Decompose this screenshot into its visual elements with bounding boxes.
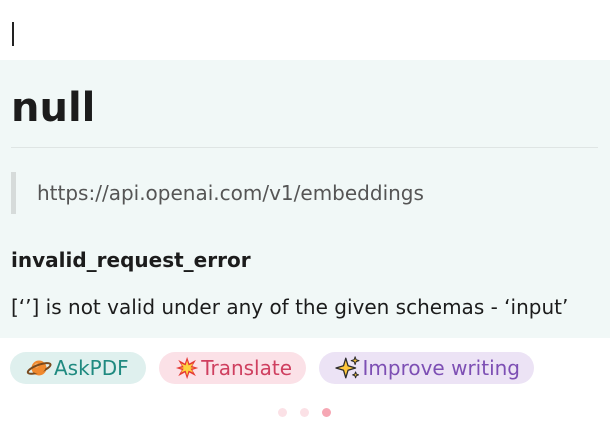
improve-writing-label: Improve writing bbox=[362, 356, 521, 380]
request-url: https://api.openai.com/v1/embeddings bbox=[37, 181, 424, 205]
pagination-dot[interactable] bbox=[300, 408, 309, 417]
response-title: null bbox=[11, 85, 96, 131]
translate-label: Translate bbox=[201, 356, 292, 380]
assistant-popup: null https://api.openai.com/v1/embedding… bbox=[0, 4, 610, 430]
pagination-dot[interactable] bbox=[322, 408, 331, 417]
improve-writing-button[interactable]: Improve writing bbox=[319, 352, 534, 384]
error-type: invalid_request_error bbox=[11, 248, 251, 272]
pagination-dots bbox=[276, 408, 336, 418]
action-bar: AskPDF Translate Improve writing bbox=[0, 338, 610, 430]
response-panel: null https://api.openai.com/v1/embedding… bbox=[0, 60, 610, 338]
title-divider bbox=[11, 147, 598, 148]
prompt-input[interactable] bbox=[0, 4, 610, 60]
translate-button[interactable]: Translate bbox=[159, 352, 306, 384]
text-caret bbox=[12, 22, 14, 46]
askpdf-button[interactable]: AskPDF bbox=[10, 352, 146, 384]
starburst-icon bbox=[175, 356, 199, 380]
error-message: [‘’] is not valid under any of the given… bbox=[11, 295, 569, 319]
planet-icon bbox=[26, 360, 52, 376]
sparkles-icon bbox=[335, 356, 360, 379]
askpdf-label: AskPDF bbox=[54, 356, 129, 380]
url-blockquote: https://api.openai.com/v1/embeddings bbox=[11, 172, 596, 214]
pagination-dot[interactable] bbox=[278, 408, 287, 417]
